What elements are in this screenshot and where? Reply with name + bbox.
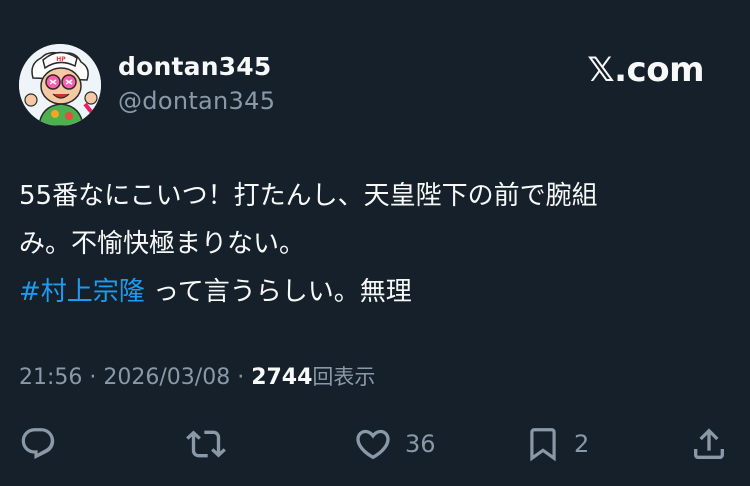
like-button[interactable]: 36 xyxy=(353,420,436,468)
tweet-time[interactable]: 21:56 xyxy=(19,365,82,390)
avatar-illustration: HP xyxy=(19,44,101,126)
share-icon xyxy=(694,428,724,459)
x-logo: 𝕏.com xyxy=(587,50,704,90)
like-count: 36 xyxy=(405,430,436,458)
retweet-button[interactable] xyxy=(186,420,238,468)
user-handle[interactable]: @dontan345 xyxy=(118,86,275,116)
bookmark-button[interactable]: 2 xyxy=(524,420,589,468)
retweet-icon xyxy=(186,430,226,458)
hashtag-link[interactable]: #村上宗隆 xyxy=(19,277,145,307)
tweet-text-line-3-rest: って言うらしい。無理 xyxy=(144,277,412,307)
reply-icon xyxy=(21,428,55,460)
tweet-text-line-2: み。不愉快極まりない。 xyxy=(19,229,306,259)
display-name[interactable]: dontan345 xyxy=(118,52,271,82)
bookmark-count: 2 xyxy=(574,430,590,458)
tweet-text-line-3: #村上宗隆 って言うらしい。無理 xyxy=(19,268,709,316)
reply-button[interactable] xyxy=(19,420,69,468)
svg-text:HP: HP xyxy=(56,56,66,63)
share-button[interactable] xyxy=(689,420,729,468)
tweet-metadata: 21:56 · 2026/03/08 · 2744回表示 xyxy=(19,362,375,393)
meta-separator: · xyxy=(82,365,104,390)
views-label: 回表示 xyxy=(312,365,376,389)
avatar[interactable]: HP xyxy=(19,44,101,126)
tweet-text-line-1: 55番なにこいつ！打たんし、天皇陛下の前で腕組 xyxy=(19,181,598,211)
views-count: 2744 xyxy=(251,365,313,390)
tweet-date[interactable]: 2026/03/08 xyxy=(103,365,230,390)
tweet-card: HP dontan345 @dontan345 𝕏.com 55番なにこいつ！打… xyxy=(0,0,750,486)
meta-separator: · xyxy=(230,365,252,390)
action-bar: 36 2 xyxy=(0,420,750,468)
bookmark-icon xyxy=(530,428,556,462)
tweet-text: 55番なにこいつ！打たんし、天皇陛下の前で腕組 み。不愉快極まりない。 #村上宗… xyxy=(19,172,709,316)
heart-icon xyxy=(356,429,390,460)
